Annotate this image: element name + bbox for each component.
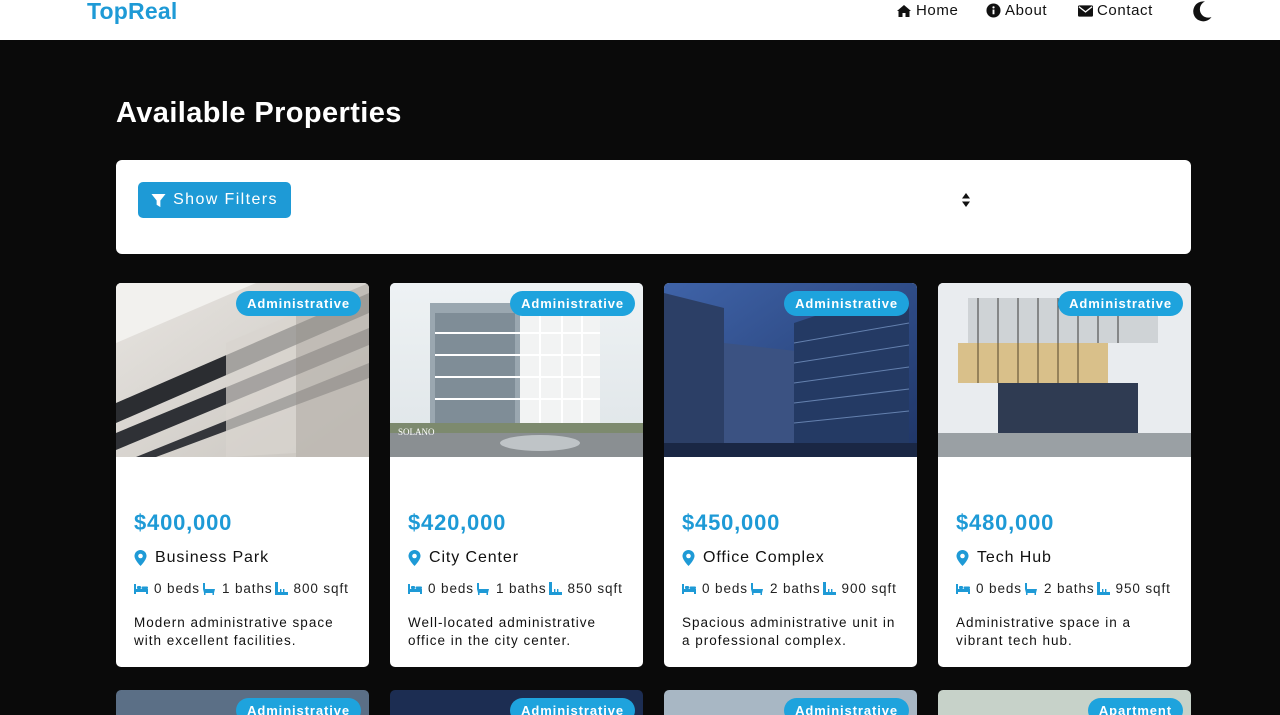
ruler-icon bbox=[548, 582, 562, 595]
property-area: 850 sqft bbox=[567, 581, 623, 596]
property-description: Modern administrative space with excelle… bbox=[134, 615, 334, 648]
bath-icon bbox=[202, 582, 216, 595]
property-description: Spacious administrative unit in a profes… bbox=[682, 615, 896, 648]
ruler-icon bbox=[274, 582, 288, 595]
map-pin-icon bbox=[956, 550, 969, 566]
property-location: Business Park bbox=[134, 549, 269, 567]
property-baths: 1 baths bbox=[221, 581, 273, 596]
nav-contact-label: Contact bbox=[1097, 2, 1153, 19]
property-type-badge: Administrative bbox=[510, 291, 635, 316]
property-baths: 1 baths bbox=[495, 581, 547, 596]
brand-logo[interactable]: TopReal bbox=[87, 0, 177, 25]
property-price: $480,000 bbox=[956, 510, 1055, 535]
property-area: 800 sqft bbox=[293, 581, 349, 596]
property-price: $400,000 bbox=[134, 510, 233, 535]
nav-home-label: Home bbox=[916, 2, 959, 19]
property-card[interactable]: Administrative $480,000 Tech Hub 0 beds … bbox=[938, 283, 1191, 667]
property-card[interactable]: Administrative bbox=[390, 690, 643, 715]
nav-home[interactable]: Home bbox=[896, 2, 958, 19]
ruler-icon bbox=[822, 582, 836, 595]
info-icon bbox=[986, 3, 1001, 18]
filter-icon bbox=[151, 193, 166, 207]
property-specs: 0 beds 2 baths 900 sqft bbox=[682, 581, 897, 596]
property-description: Administrative space in a vibrant tech h… bbox=[956, 615, 1132, 648]
sort-icon bbox=[962, 193, 970, 207]
property-area: 900 sqft bbox=[841, 581, 897, 596]
home-icon bbox=[897, 4, 911, 17]
bed-icon bbox=[134, 583, 148, 594]
property-card[interactable]: Administrative $400,000 Business Park 0 … bbox=[116, 283, 369, 667]
show-filters-label: Show Filters bbox=[173, 191, 278, 208]
nav-contact[interactable]: Contact bbox=[1078, 2, 1153, 19]
property-price: $450,000 bbox=[682, 510, 781, 535]
property-beds: 0 beds bbox=[154, 581, 200, 596]
property-type-badge: Administrative bbox=[784, 291, 909, 316]
bed-icon bbox=[408, 583, 422, 594]
bath-icon bbox=[476, 582, 490, 595]
property-type-badge: Administrative bbox=[510, 698, 635, 715]
property-location: Tech Hub bbox=[956, 549, 1052, 567]
solano-logo: SOLANO bbox=[398, 427, 435, 437]
property-price: $420,000 bbox=[408, 510, 507, 535]
property-specs: 0 beds 1 baths 800 sqft bbox=[134, 581, 349, 596]
property-baths: 2 baths bbox=[1043, 581, 1095, 596]
property-location-label: Business Park bbox=[155, 549, 269, 566]
map-pin-icon bbox=[682, 550, 695, 566]
property-type-badge: Administrative bbox=[236, 698, 361, 715]
property-area: 950 sqft bbox=[1115, 581, 1171, 596]
property-specs: 0 beds 1 baths 850 sqft bbox=[408, 581, 623, 596]
bath-icon bbox=[750, 582, 764, 595]
property-card[interactable]: Apartment bbox=[938, 690, 1191, 715]
property-beds: 0 beds bbox=[702, 581, 748, 596]
page-title: Available Properties bbox=[116, 97, 402, 129]
property-baths: 2 baths bbox=[769, 581, 821, 596]
filter-bar: Show Filters bbox=[116, 160, 1191, 254]
property-type-badge: Administrative bbox=[784, 698, 909, 715]
sort-select[interactable] bbox=[956, 190, 976, 210]
moon-icon bbox=[1193, 1, 1212, 22]
property-type-badge: Administrative bbox=[1058, 291, 1183, 316]
property-location: City Center bbox=[408, 549, 519, 567]
property-location-label: Tech Hub bbox=[977, 549, 1052, 566]
property-location-label: City Center bbox=[429, 549, 519, 566]
bed-icon bbox=[682, 583, 696, 594]
map-pin-icon bbox=[134, 550, 147, 566]
property-card[interactable]: Administrative bbox=[116, 690, 369, 715]
property-beds: 0 beds bbox=[976, 581, 1022, 596]
envelope-icon bbox=[1078, 4, 1093, 17]
property-beds: 0 beds bbox=[428, 581, 474, 596]
theme-toggle[interactable] bbox=[1191, 0, 1213, 27]
navbar: TopReal Home About Contact bbox=[0, 0, 1280, 40]
bath-icon bbox=[1024, 582, 1038, 595]
nav-about[interactable]: About bbox=[986, 2, 1047, 19]
ruler-icon bbox=[1096, 582, 1110, 595]
property-specs: 0 beds 2 baths 950 sqft bbox=[956, 581, 1171, 596]
property-description: Well-located administrative office in th… bbox=[408, 615, 597, 648]
property-card[interactable]: SOLANO Administrative $420,000 City Cent… bbox=[390, 283, 643, 667]
property-type-badge: Apartment bbox=[1087, 698, 1183, 715]
property-type-badge: Administrative bbox=[236, 291, 361, 316]
map-pin-icon bbox=[408, 550, 421, 566]
property-location: Office Complex bbox=[682, 549, 825, 567]
property-location-label: Office Complex bbox=[703, 549, 825, 566]
property-card[interactable]: Administrative bbox=[664, 690, 917, 715]
nav-about-label: About bbox=[1005, 2, 1048, 19]
bed-icon bbox=[956, 583, 970, 594]
property-card[interactable]: Administrative $450,000 Office Complex 0… bbox=[664, 283, 917, 667]
show-filters-button[interactable]: Show Filters bbox=[138, 182, 291, 218]
